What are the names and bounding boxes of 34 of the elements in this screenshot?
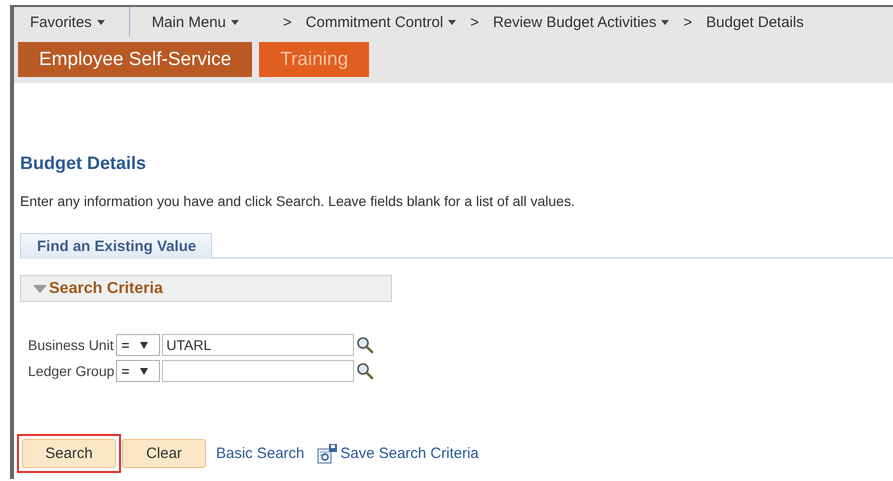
dropdown-arrow-icon xyxy=(140,367,148,375)
nav-menu[interactable]: Commitment Control xyxy=(300,14,462,30)
operator-dropdown[interactable]: = xyxy=(116,360,160,382)
nav-menu[interactable]: Budget Details xyxy=(700,14,810,30)
link[interactable]: Save Search Criteria xyxy=(340,445,479,462)
homepage-tab[interactable]: Employee Self-Service xyxy=(18,42,252,77)
caret-icon xyxy=(448,20,456,24)
input-field[interactable] xyxy=(162,360,354,382)
section-header[interactable]: Search Criteria xyxy=(20,275,392,302)
nav-menu[interactable]: Review Budget Activities xyxy=(486,14,676,30)
input-field[interactable]: UTARL xyxy=(162,334,354,356)
field-label: Business Unit xyxy=(28,337,114,353)
breadcrumb-separator: > xyxy=(469,14,480,30)
save-search-icon xyxy=(317,444,338,464)
button[interactable]: Clear xyxy=(122,439,206,468)
dropdown-arrow-icon xyxy=(140,341,148,349)
page-title: Budget Details xyxy=(20,153,148,174)
breadcrumb-separator: > xyxy=(282,14,293,30)
caret-icon xyxy=(661,20,670,24)
link[interactable]: Basic Search xyxy=(216,445,304,462)
operator-dropdown[interactable]: = xyxy=(116,334,160,356)
caret-icon xyxy=(230,20,239,24)
field-label: Ledger Group xyxy=(28,363,114,379)
breadcrumb-separator: > xyxy=(682,14,694,30)
nav-menu[interactable]: Favorites xyxy=(18,14,111,30)
nav-menu[interactable]: Main Menu xyxy=(146,14,245,30)
highlighted-button[interactable]: Search xyxy=(22,439,116,468)
section-title: Search Criteria xyxy=(49,280,163,298)
search-icon xyxy=(356,336,374,354)
caret-icon xyxy=(96,20,105,24)
page-tab[interactable]: Find an Existing Value xyxy=(20,233,212,259)
search-icon xyxy=(356,362,374,380)
instructions-text: Enter any information you have and click Search. Leave fields blank for a list of all values. xyxy=(20,193,576,209)
collapse-triangle-icon xyxy=(33,284,47,292)
